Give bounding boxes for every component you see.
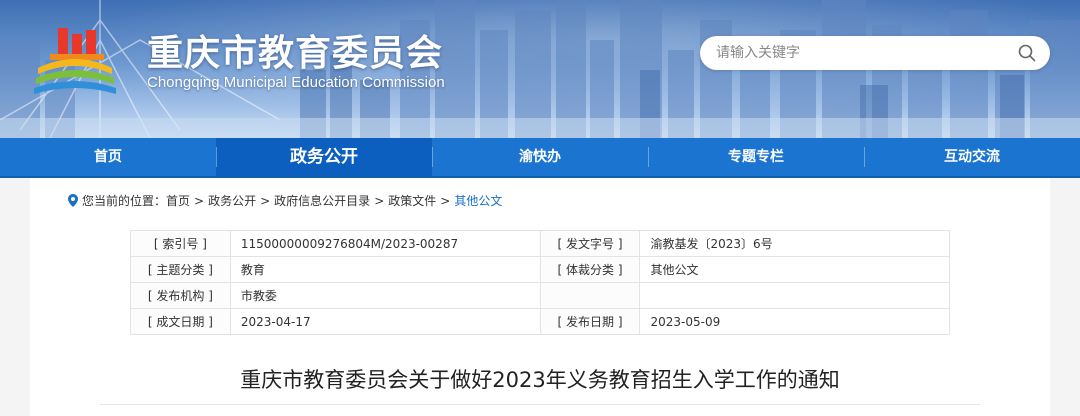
published-date-value: 2023-05-09 — [639, 308, 950, 335]
nav-item-yukuaiban[interactable]: 渝快办 — [432, 138, 648, 176]
empty-cell — [539, 282, 641, 309]
index-number-value: 11500000009276804M/2023-00287 — [229, 230, 541, 257]
breadcrumb-item-government-affairs[interactable]: 政务公开 — [208, 192, 256, 209]
topic-category-value: 教育 — [229, 256, 541, 283]
breadcrumb-separator: > — [374, 193, 385, 208]
nav-item-special-topics[interactable]: 专题专栏 — [648, 138, 864, 176]
main-nav: 首页 政务公开 渝快办 专题专栏 互动交流 — [0, 138, 1080, 178]
education-commission-logo — [34, 28, 116, 94]
genre-category-value: 其他公文 — [639, 256, 950, 283]
site-title: 重庆市教育委员会 — [147, 33, 444, 74]
created-date-value: 2023-04-17 — [229, 308, 541, 335]
search-icon[interactable] — [1018, 44, 1036, 62]
publishing-org-label: [ 发布机构 ] — [130, 282, 231, 309]
breadcrumb-item-info-catalog[interactable]: 政府信息公开目录 — [274, 192, 370, 209]
document-number-label: [ 发文字号 ] — [539, 230, 641, 257]
document-number-value: 渝教基发〔2023〕6号 — [639, 230, 950, 257]
breadcrumb-item-policy-documents[interactable]: 政策文件 — [388, 192, 436, 209]
location-pin-icon — [68, 194, 78, 207]
created-date-label: [ 成文日期 ] — [130, 308, 231, 335]
breadcrumb-prefix: 您当前的位置： — [82, 194, 167, 208]
search-box — [700, 36, 1050, 70]
content-panel: 您当前的位置： 首页 > 政务公开 > 政府信息公开目录 > 政策文件 > 其他… — [30, 178, 1050, 416]
table-row: [ 索引号 ] 11500000009276804M/2023-00287 [ … — [130, 230, 950, 257]
index-number-label: [ 索引号 ] — [130, 230, 231, 257]
topic-category-label: [ 主题分类 ] — [130, 256, 231, 283]
nav-item-home[interactable]: 首页 — [0, 138, 216, 176]
document-metadata-table: [ 索引号 ] 11500000009276804M/2023-00287 [ … — [130, 230, 950, 335]
empty-cell — [639, 282, 950, 309]
breadcrumb-item-home[interactable]: 首页 — [166, 192, 190, 209]
table-row: [ 主题分类 ] 教育 [ 体裁分类 ] 其他公文 — [130, 256, 950, 283]
breadcrumb-item-other-documents[interactable]: 其他公文 — [454, 192, 502, 209]
breadcrumb-separator: > — [260, 193, 271, 208]
title-divider — [100, 404, 980, 405]
breadcrumb: 您当前的位置： 首页 > 政务公开 > 政府信息公开目录 > 政策文件 > 其他… — [68, 192, 502, 209]
breadcrumb-separator: > — [194, 193, 205, 208]
breadcrumb-separator: > — [440, 193, 451, 208]
article-title: 重庆市教育委员会关于做好2023年义务教育招生入学工作的通知 — [240, 368, 840, 392]
publishing-org-value: 市教委 — [229, 282, 541, 309]
header-banner: 重庆市教育委员会 Chongqing Municipal Education C… — [0, 0, 1080, 138]
site-subtitle-english: Chongqing Municipal Education Commission — [147, 74, 445, 91]
nav-item-interaction[interactable]: 互动交流 — [864, 138, 1080, 176]
table-row: [ 成文日期 ] 2023-04-17 [ 发布日期 ] 2023-05-09 — [130, 308, 950, 335]
genre-category-label: [ 体裁分类 ] — [539, 256, 641, 283]
nav-item-government-affairs[interactable]: 政务公开 — [216, 138, 432, 176]
published-date-label: [ 发布日期 ] — [539, 308, 641, 335]
table-row: [ 发布机构 ] 市教委 — [130, 282, 950, 309]
search-input[interactable] — [716, 36, 1006, 70]
